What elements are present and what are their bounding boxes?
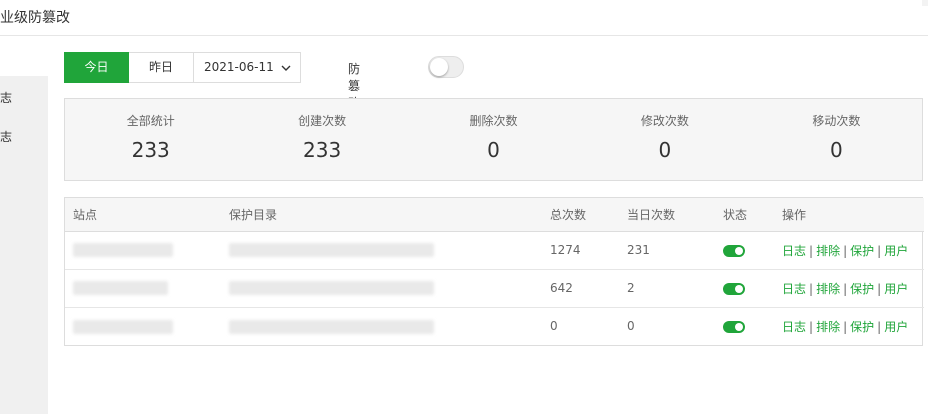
col-status: 状态 xyxy=(715,198,774,232)
table-row: 1274 231 日志 | 排除 | 保护 | 用户 xyxy=(65,231,924,269)
user-link[interactable]: 用户 xyxy=(884,320,908,334)
log-link[interactable]: 日志 xyxy=(782,320,806,334)
status-toggle[interactable] xyxy=(723,244,745,257)
dir-path-redacted xyxy=(229,319,434,334)
exclude-link[interactable]: 排除 xyxy=(816,320,840,334)
total-count: 1274 xyxy=(550,243,581,257)
user-link[interactable]: 用户 xyxy=(884,244,908,258)
col-total: 总次数 xyxy=(542,198,619,232)
stat-value: 0 xyxy=(829,138,843,162)
exclude-link[interactable]: 排除 xyxy=(816,244,840,258)
today-count: 231 xyxy=(627,243,650,257)
corner-decoration xyxy=(922,0,928,6)
stat-create: 创建次数 233 xyxy=(236,99,407,180)
dir-path-redacted xyxy=(229,243,434,258)
protect-link[interactable]: 保护 xyxy=(850,282,874,296)
today-count: 0 xyxy=(627,319,635,334)
stat-delete: 删除次数 0 xyxy=(408,99,579,180)
status-toggle[interactable] xyxy=(723,282,745,295)
site-name-redacted xyxy=(73,281,168,296)
window-title-bar: 业级防篡改 xyxy=(0,0,928,36)
total-count: 0 xyxy=(550,319,558,334)
stat-label: 移动次数 xyxy=(812,114,861,128)
site-name-redacted xyxy=(73,319,173,334)
date-value: 2021-06-11 xyxy=(204,60,274,74)
table-header-row: 站点 保护目录 总次数 当日次数 状态 操作 xyxy=(65,198,924,232)
sites-table: 站点 保护目录 总次数 当日次数 状态 操作 1274 231 日志 | 排除 | 保护… xyxy=(64,197,924,346)
yesterday-button[interactable]: 昨日 xyxy=(129,52,194,83)
sidebar-item-log-2[interactable]: 志 xyxy=(0,128,48,145)
status-toggle[interactable] xyxy=(723,320,745,333)
table-row: 642 2 日志 | 排除 | 保护 | 用户 xyxy=(65,269,924,307)
tamper-switch[interactable] xyxy=(428,56,464,78)
stat-value: 0 xyxy=(487,138,500,162)
total-count: 642 xyxy=(550,281,573,295)
dir-path-redacted xyxy=(229,281,434,296)
stat-value: 233 xyxy=(303,138,342,162)
row-actions: 日志 | 排除 | 保护 | 用户 xyxy=(782,319,909,334)
col-site: 站点 xyxy=(65,198,221,232)
log-link[interactable]: 日志 xyxy=(782,282,806,296)
stat-value: 0 xyxy=(658,138,672,162)
log-link[interactable]: 日志 xyxy=(782,244,806,258)
today-count: 2 xyxy=(627,281,635,295)
site-name-redacted xyxy=(73,243,173,258)
user-link[interactable]: 用户 xyxy=(884,282,908,296)
sidebar-item-log-1[interactable]: 志 xyxy=(0,89,48,106)
stat-label: 创建次数 xyxy=(298,114,347,128)
stat-label: 全部统计 xyxy=(126,114,175,128)
stat-move: 移动次数 0 xyxy=(751,99,922,180)
row-actions: 日志 | 排除 | 保护 | 用户 xyxy=(782,243,909,258)
window-title: 业级防篡改 xyxy=(0,10,70,26)
date-select[interactable]: 2021-06-11 xyxy=(193,52,301,83)
date-range-toggle: 今日 昨日 xyxy=(64,52,194,83)
exclude-link[interactable]: 排除 xyxy=(816,282,840,296)
protect-link[interactable]: 保护 xyxy=(850,320,874,334)
sidebar: 志 志 xyxy=(0,76,48,414)
table-row: 0 0 日志 | 排除 | 保护 | 用户 xyxy=(65,307,924,345)
protect-link[interactable]: 保护 xyxy=(850,244,874,258)
col-today: 当日次数 xyxy=(619,198,715,232)
stat-value: 233 xyxy=(131,138,170,162)
stat-modify: 修改次数 0 xyxy=(579,99,750,180)
col-dir: 保护目录 xyxy=(221,198,542,232)
today-button[interactable]: 今日 xyxy=(64,52,129,83)
row-actions: 日志 | 排除 | 保护 | 用户 xyxy=(782,281,909,296)
switch-knob xyxy=(430,58,448,76)
col-ops: 操作 xyxy=(774,198,924,232)
stats-panel: 全部统计 233 创建次数 233 删除次数 0 修改次数 0 移动次数 0 xyxy=(64,98,923,181)
stat-total: 全部统计 233 xyxy=(65,99,236,180)
stat-label: 修改次数 xyxy=(640,114,689,128)
stat-label: 删除次数 xyxy=(469,114,518,128)
chevron-down-icon xyxy=(281,65,291,71)
